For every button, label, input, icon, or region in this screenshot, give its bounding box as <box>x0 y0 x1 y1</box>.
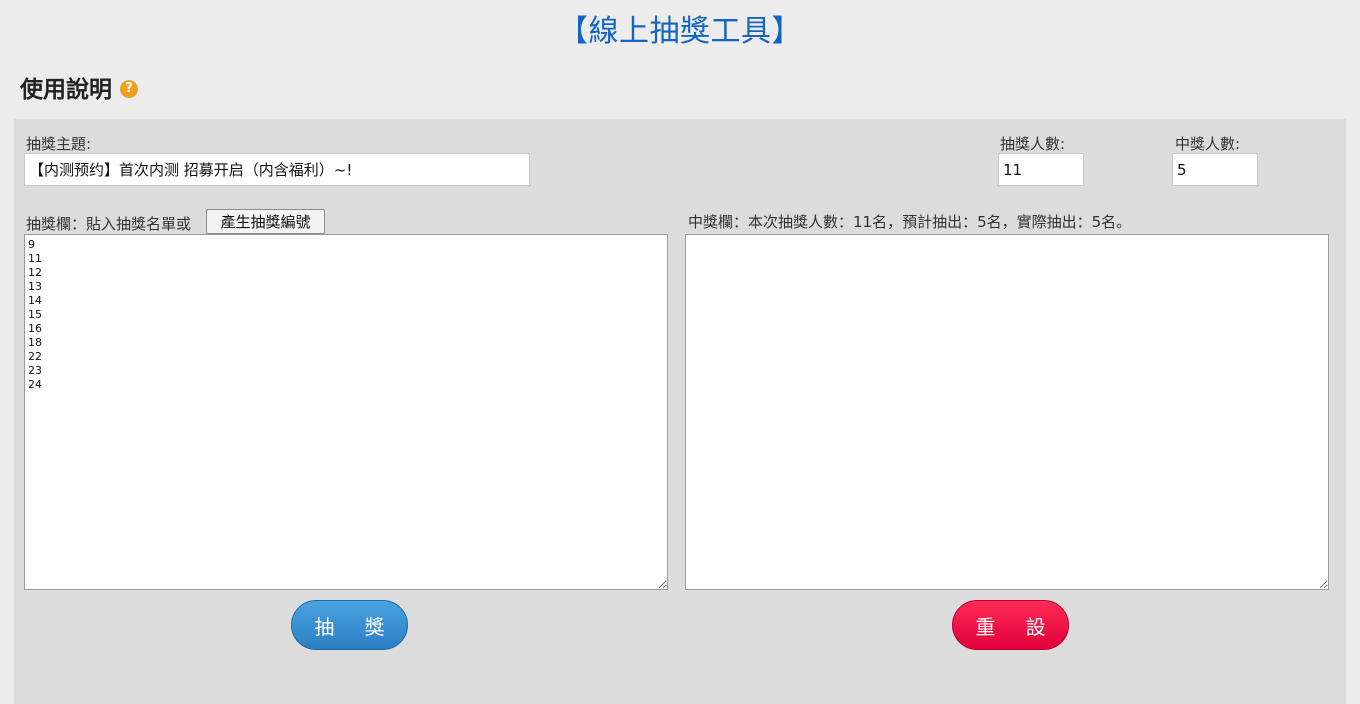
winners-count-input[interactable] <box>1172 153 1258 186</box>
subject-input[interactable] <box>24 153 530 186</box>
winners-area-label: 中獎欄：本次抽獎人數：11名，預計抽出：5名，實際抽出：5名。 <box>688 213 1132 231</box>
entrants-input[interactable] <box>998 153 1084 186</box>
help-section: 使用說明 ? <box>20 70 138 104</box>
subject-label: 抽獎主題: <box>26 135 92 153</box>
draw-button[interactable]: 抽 獎 <box>291 600 408 650</box>
draw-pool-textarea[interactable]: 9 11 12 13 14 15 16 18 22 23 24 <box>24 234 668 590</box>
generate-numbers-button[interactable]: 產生抽獎編號 <box>206 209 325 234</box>
draw-pool-label: 抽獎欄：貼入抽獎名單或 <box>26 215 192 233</box>
reset-button[interactable]: 重 設 <box>952 600 1069 650</box>
question-circle-icon[interactable]: ? <box>120 79 138 98</box>
entrants-label: 抽獎人數: <box>1000 135 1066 153</box>
page-title: 【線上抽獎工具】 <box>558 14 802 49</box>
help-title[interactable]: 使用說明 <box>20 70 112 104</box>
winners-textarea[interactable] <box>685 234 1329 590</box>
winners-count-label: 中獎人數: <box>1175 135 1241 153</box>
